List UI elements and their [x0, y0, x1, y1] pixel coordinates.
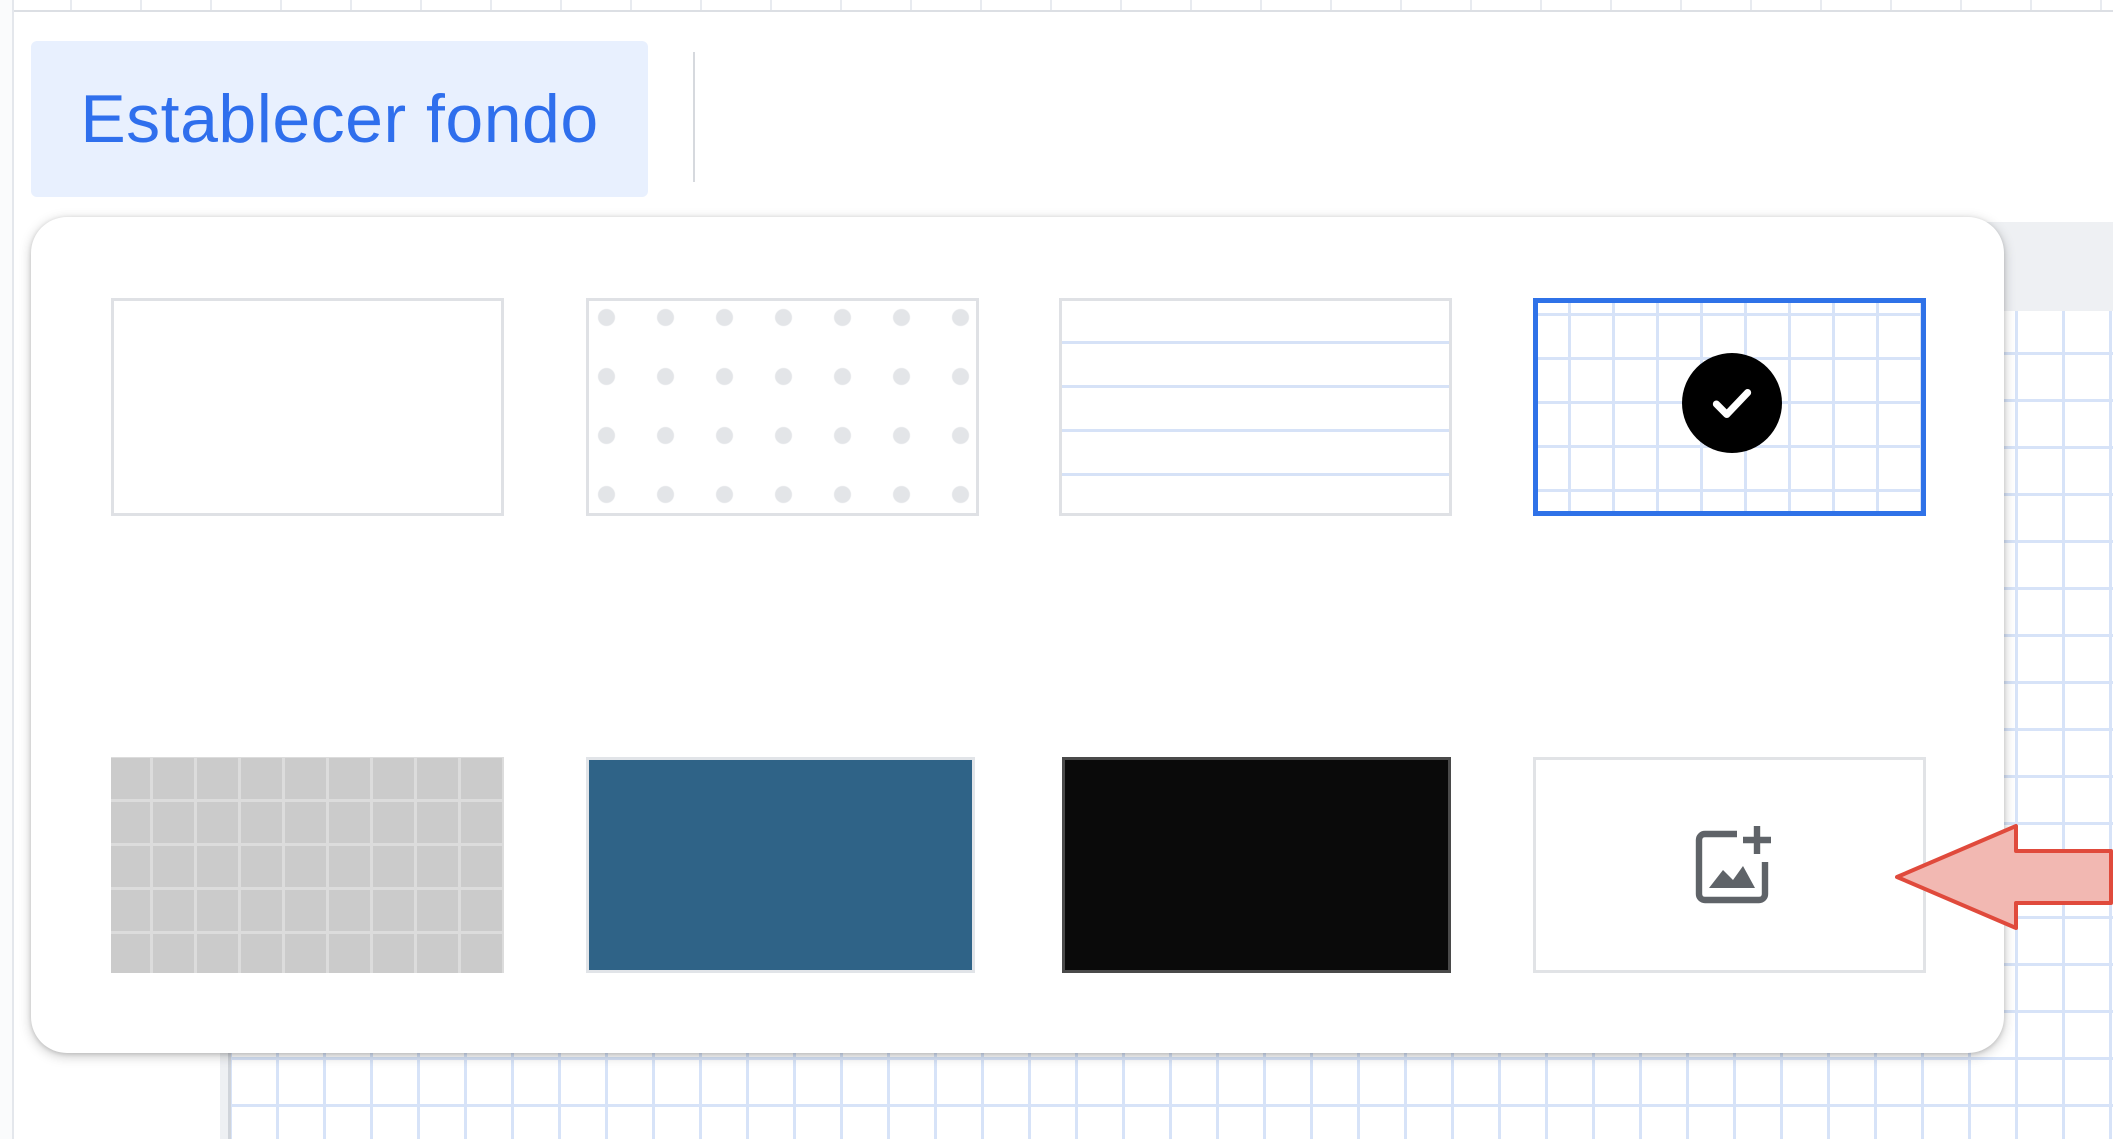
ruler-left: [0, 0, 14, 1139]
ruler-top: [0, 0, 2113, 12]
background-option-upload-image[interactable]: [1533, 757, 1926, 973]
annotation-arrow: [1895, 824, 2113, 930]
background-picker-panel: [31, 217, 2004, 1053]
background-option-grid[interactable]: [1533, 298, 1926, 516]
set-background-button[interactable]: Establecer fondo: [31, 41, 648, 197]
background-options-grid: [31, 217, 2004, 1053]
background-option-dots[interactable]: [586, 298, 979, 516]
toolbar-divider: [693, 52, 695, 182]
background-option-lines[interactable]: [1059, 298, 1452, 516]
add-image-icon: [1695, 826, 1771, 904]
check-circle-icon: [1681, 353, 1782, 453]
background-option-blue[interactable]: [586, 757, 975, 973]
background-option-gray-grid[interactable]: [111, 757, 504, 973]
background-option-black[interactable]: [1062, 757, 1451, 973]
background-option-blank[interactable]: [111, 298, 504, 516]
